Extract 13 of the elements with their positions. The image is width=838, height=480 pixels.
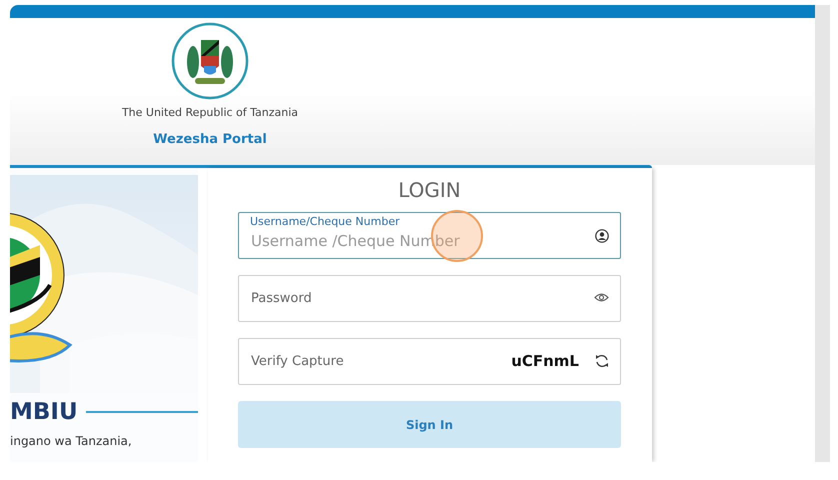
eye-icon[interactable] — [594, 292, 609, 303]
password-field[interactable]: Password — [238, 275, 621, 322]
sign-in-button[interactable]: Sign In — [238, 401, 621, 448]
side-heading: MBIU — [10, 399, 78, 425]
scrollbar[interactable] — [815, 5, 830, 462]
country-name: The United Republic of Tanzania — [122, 106, 298, 119]
login-title: LOGIN — [398, 178, 461, 202]
side-text: ingano wa Tanzania, — [10, 434, 133, 448]
field-label: Username/Cheque Number — [250, 216, 400, 227]
captcha-code: uCFnmL — [511, 352, 579, 370]
refresh-icon[interactable] — [595, 353, 609, 369]
user-icon — [595, 229, 609, 243]
portal-title: Wezesha Portal — [153, 132, 267, 147]
